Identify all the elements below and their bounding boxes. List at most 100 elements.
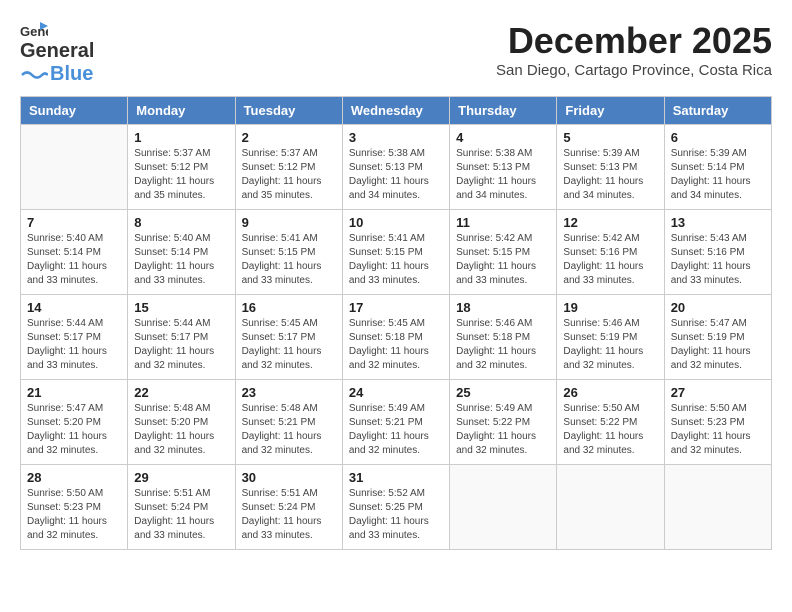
day-info: Sunrise: 5:48 AM Sunset: 5:20 PM Dayligh… — [134, 402, 228, 458]
day-cell: 16 Sunrise: 5:45 AM Sunset: 5:17 PM Dayli… — [235, 295, 342, 380]
day-cell: 19Sunrise: 5:46 AM Sunset: 5:19 PM Dayli… — [557, 295, 664, 380]
day-info: Sunrise: 5:40 AM Sunset: 5:14 PM Dayligh… — [27, 232, 121, 288]
day-info: Sunrise: 5:44 AM Sunset: 5:17 PM Dayligh… — [134, 317, 228, 373]
day-info: Sunrise: 5:41 AM Sunset: 5:15 PM Dayligh… — [242, 232, 336, 288]
logo: General General Blue — [20, 20, 94, 86]
day-number: 16 — [242, 300, 336, 315]
month-title: December 2025 — [496, 20, 772, 62]
day-info: Sunrise: 5:42 AM Sunset: 5:16 PM Dayligh… — [563, 232, 657, 288]
logo-icon: General — [20, 20, 48, 42]
day-cell: 29 Sunrise: 5:51 AM Sunset: 5:24 PM Dayli… — [128, 465, 235, 550]
day-info: Sunrise: 5:39 AM Sunset: 5:14 PM Dayligh… — [671, 147, 765, 203]
day-info: Sunrise: 5:49 AM Sunset: 5:21 PM Dayligh… — [349, 402, 443, 458]
day-cell: 7 Sunrise: 5:40 AM Sunset: 5:14 PM Daylig… — [21, 210, 128, 295]
logo-blue: Blue — [50, 63, 93, 86]
day-cell: 27Sunrise: 5:50 AM Sunset: 5:23 PM Dayli… — [664, 380, 771, 465]
day-number: 7 — [27, 215, 121, 230]
day-number: 5 — [563, 130, 657, 145]
day-cell: 20 Sunrise: 5:47 AM Sunset: 5:19 PM Dayli… — [664, 295, 771, 380]
day-number: 30 — [242, 470, 336, 485]
day-info: Sunrise: 5:50 AM Sunset: 5:23 PM Dayligh… — [27, 487, 121, 543]
day-number: 3 — [349, 130, 443, 145]
day-info: Sunrise: 5:52 AM Sunset: 5:25 PM Dayligh… — [349, 487, 443, 543]
day-info: Sunrise: 5:37 AM Sunset: 5:12 PM Dayligh… — [242, 147, 336, 203]
day-number: 29 — [134, 470, 228, 485]
day-cell: 24 Sunrise: 5:49 AM Sunset: 5:21 PM Dayli… — [342, 380, 449, 465]
day-number: 17 — [349, 300, 443, 315]
day-number: 11 — [456, 215, 550, 230]
day-number: 15 — [134, 300, 228, 315]
weekday-header-thursday: Thursday — [450, 97, 557, 125]
day-cell: 4 Sunrise: 5:38 AM Sunset: 5:13 PM Daylig… — [450, 125, 557, 210]
weekday-header-sunday: Sunday — [21, 97, 128, 125]
week-row-3: 14 Sunrise: 5:44 AM Sunset: 5:17 PM Dayli… — [21, 295, 772, 380]
logo-general: General — [20, 40, 94, 63]
day-number: 22 — [134, 385, 228, 400]
day-info: Sunrise: 5:37 AM Sunset: 5:12 PM Dayligh… — [134, 147, 228, 203]
day-cell: 3 Sunrise: 5:38 AM Sunset: 5:13 PM Daylig… — [342, 125, 449, 210]
day-number: 23 — [242, 385, 336, 400]
day-cell: 26 Sunrise: 5:50 AM Sunset: 5:22 PM Dayli… — [557, 380, 664, 465]
day-number: 21 — [27, 385, 121, 400]
day-info: Sunrise: 5:48 AM Sunset: 5:21 PM Dayligh… — [242, 402, 336, 458]
day-info: Sunrise: 5:39 AM Sunset: 5:13 PM Dayligh… — [563, 147, 657, 203]
day-info: Sunrise: 5:50 AM Sunset: 5:22 PM Dayligh… — [563, 402, 657, 458]
day-number: 26 — [563, 385, 657, 400]
day-info: Sunrise: 5:47 AM Sunset: 5:19 PM Dayligh… — [671, 317, 765, 373]
day-number: 6 — [671, 130, 765, 145]
day-info: Sunrise: 5:38 AM Sunset: 5:13 PM Dayligh… — [456, 147, 550, 203]
day-number: 24 — [349, 385, 443, 400]
logo-wave-icon — [20, 69, 48, 81]
day-cell: 21 Sunrise: 5:47 AM Sunset: 5:20 PM Dayli… — [21, 380, 128, 465]
day-cell: 25 Sunrise: 5:49 AM Sunset: 5:22 PM Dayli… — [450, 380, 557, 465]
location-subtitle: San Diego, Cartago Province, Costa Rica — [496, 62, 772, 79]
day-info: Sunrise: 5:49 AM Sunset: 5:22 PM Dayligh… — [456, 402, 550, 458]
weekday-header-monday: Monday — [128, 97, 235, 125]
day-info: Sunrise: 5:51 AM Sunset: 5:24 PM Dayligh… — [242, 487, 336, 543]
day-cell: 13Sunrise: 5:43 AM Sunset: 5:16 PM Dayli… — [664, 210, 771, 295]
day-cell: 1 Sunrise: 5:37 AM Sunset: 5:12 PM Daylig… — [128, 125, 235, 210]
day-info: Sunrise: 5:42 AM Sunset: 5:15 PM Dayligh… — [456, 232, 550, 288]
day-info: Sunrise: 5:38 AM Sunset: 5:13 PM Dayligh… — [349, 147, 443, 203]
day-info: Sunrise: 5:44 AM Sunset: 5:17 PM Dayligh… — [27, 317, 121, 373]
day-cell: 18Sunrise: 5:46 AM Sunset: 5:18 PM Dayli… — [450, 295, 557, 380]
week-row-1: 1 Sunrise: 5:37 AM Sunset: 5:12 PM Daylig… — [21, 125, 772, 210]
day-cell — [450, 465, 557, 550]
day-cell — [21, 125, 128, 210]
day-cell: 2Sunrise: 5:37 AM Sunset: 5:12 PM Daylig… — [235, 125, 342, 210]
day-number: 4 — [456, 130, 550, 145]
day-cell: 23 Sunrise: 5:48 AM Sunset: 5:21 PM Dayli… — [235, 380, 342, 465]
day-info: Sunrise: 5:51 AM Sunset: 5:24 PM Dayligh… — [134, 487, 228, 543]
day-number: 18 — [456, 300, 550, 315]
day-cell: 10Sunrise: 5:41 AM Sunset: 5:15 PM Dayli… — [342, 210, 449, 295]
day-number: 14 — [27, 300, 121, 315]
day-cell: 6 Sunrise: 5:39 AM Sunset: 5:14 PM Daylig… — [664, 125, 771, 210]
day-info: Sunrise: 5:47 AM Sunset: 5:20 PM Dayligh… — [27, 402, 121, 458]
day-cell: 5 Sunrise: 5:39 AM Sunset: 5:13 PM Daylig… — [557, 125, 664, 210]
day-info: Sunrise: 5:45 AM Sunset: 5:17 PM Dayligh… — [242, 317, 336, 373]
day-cell: 11 Sunrise: 5:42 AM Sunset: 5:15 PM Dayli… — [450, 210, 557, 295]
day-info: Sunrise: 5:50 AM Sunset: 5:23 PM Dayligh… — [671, 402, 765, 458]
day-cell: 14 Sunrise: 5:44 AM Sunset: 5:17 PM Dayli… — [21, 295, 128, 380]
day-cell — [557, 465, 664, 550]
day-info: Sunrise: 5:40 AM Sunset: 5:14 PM Dayligh… — [134, 232, 228, 288]
weekday-header-friday: Friday — [557, 97, 664, 125]
day-cell: 17Sunrise: 5:45 AM Sunset: 5:18 PM Dayli… — [342, 295, 449, 380]
day-cell: 30 Sunrise: 5:51 AM Sunset: 5:24 PM Dayli… — [235, 465, 342, 550]
day-cell: 15 Sunrise: 5:44 AM Sunset: 5:17 PM Dayli… — [128, 295, 235, 380]
day-number: 31 — [349, 470, 443, 485]
day-number: 25 — [456, 385, 550, 400]
weekday-header-wednesday: Wednesday — [342, 97, 449, 125]
day-info: Sunrise: 5:46 AM Sunset: 5:19 PM Dayligh… — [563, 317, 657, 373]
week-row-5: 28Sunrise: 5:50 AM Sunset: 5:23 PM Dayli… — [21, 465, 772, 550]
day-number: 20 — [671, 300, 765, 315]
week-row-2: 7 Sunrise: 5:40 AM Sunset: 5:14 PM Daylig… — [21, 210, 772, 295]
day-number: 13 — [671, 215, 765, 230]
day-number: 10 — [349, 215, 443, 230]
calendar-table: SundayMondayTuesdayWednesdayThursdayFrid… — [20, 96, 772, 550]
weekday-header-tuesday: Tuesday — [235, 97, 342, 125]
day-number: 1 — [134, 130, 228, 145]
day-cell: 31 Sunrise: 5:52 AM Sunset: 5:25 PM Dayli… — [342, 465, 449, 550]
day-number: 12 — [563, 215, 657, 230]
week-row-4: 21 Sunrise: 5:47 AM Sunset: 5:20 PM Dayli… — [21, 380, 772, 465]
